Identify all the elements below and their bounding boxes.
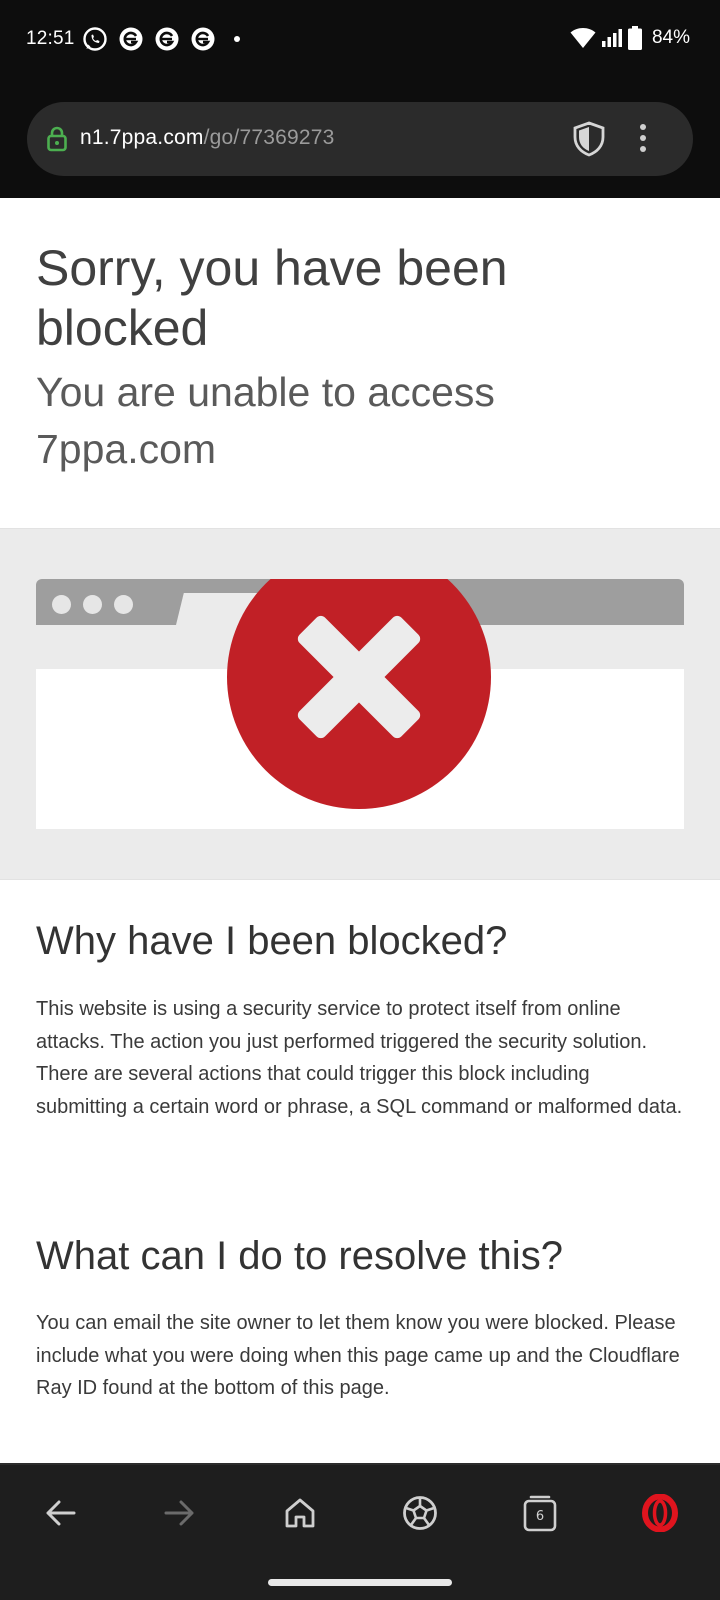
tabs-button[interactable]: 6 <box>518 1491 562 1535</box>
app-e-icon <box>119 27 143 51</box>
status-bar: 12:51 84% <box>0 0 720 84</box>
app-e-icon <box>155 27 179 51</box>
lock-icon <box>47 126 67 152</box>
why-text: This website is using a security service… <box>36 998 683 1118</box>
why-heading: Why have I been blocked? <box>36 919 508 963</box>
whatsapp-icon <box>83 27 107 51</box>
ad-blocker-shield-icon[interactable] <box>572 121 606 157</box>
speed-dial-button[interactable] <box>398 1491 442 1535</box>
resolve-text: You can email the site owner to let them… <box>36 1312 680 1399</box>
url-host: n1.7ppa.com <box>80 126 204 149</box>
address-bar[interactable]: n1.7ppa.com/go/77369273 <box>27 102 693 176</box>
cellular-signal-icon <box>601 29 622 47</box>
forward-button[interactable] <box>158 1491 202 1535</box>
battery-percentage: 84% <box>651 27 690 48</box>
opera-logo-icon <box>642 1494 678 1532</box>
url-text[interactable]: n1.7ppa.com/go/77369273 <box>80 126 335 150</box>
battery-icon <box>627 26 642 50</box>
blocked-illustration <box>0 528 720 880</box>
gesture-home-indicator[interactable] <box>268 1579 452 1586</box>
home-icon <box>285 1498 315 1528</box>
back-button[interactable] <box>38 1491 82 1535</box>
status-time: 12:51 <box>26 28 75 49</box>
more-options-icon[interactable] <box>639 124 647 154</box>
app-e-icon <box>191 27 215 51</box>
system-indicators: 84% <box>570 26 690 50</box>
browser-toolbar: n1.7ppa.com/go/77369273 <box>0 84 720 198</box>
page-title: Sorry, you have been blocked <box>36 240 508 356</box>
page-subtitle: You are unable to access 7ppa.com <box>36 369 495 472</box>
forward-arrow-icon <box>164 1500 194 1526</box>
web-page: Sorry, you have been blocked You are una… <box>0 198 720 1463</box>
wifi-icon <box>570 28 596 48</box>
more-notifications-dot <box>234 36 240 42</box>
url-path: /go/77369273 <box>203 126 335 149</box>
notification-icons <box>82 26 240 52</box>
home-button[interactable] <box>278 1491 322 1535</box>
opera-menu-button[interactable] <box>638 1491 682 1535</box>
tab-count: 6 <box>535 1508 545 1524</box>
error-x-icon <box>227 579 491 809</box>
browser-bottom-nav: 6 <box>0 1463 720 1600</box>
back-arrow-icon <box>46 1500 76 1526</box>
soccer-ball-icon <box>403 1496 437 1530</box>
resolve-heading: What can I do to resolve this? <box>36 1234 563 1278</box>
